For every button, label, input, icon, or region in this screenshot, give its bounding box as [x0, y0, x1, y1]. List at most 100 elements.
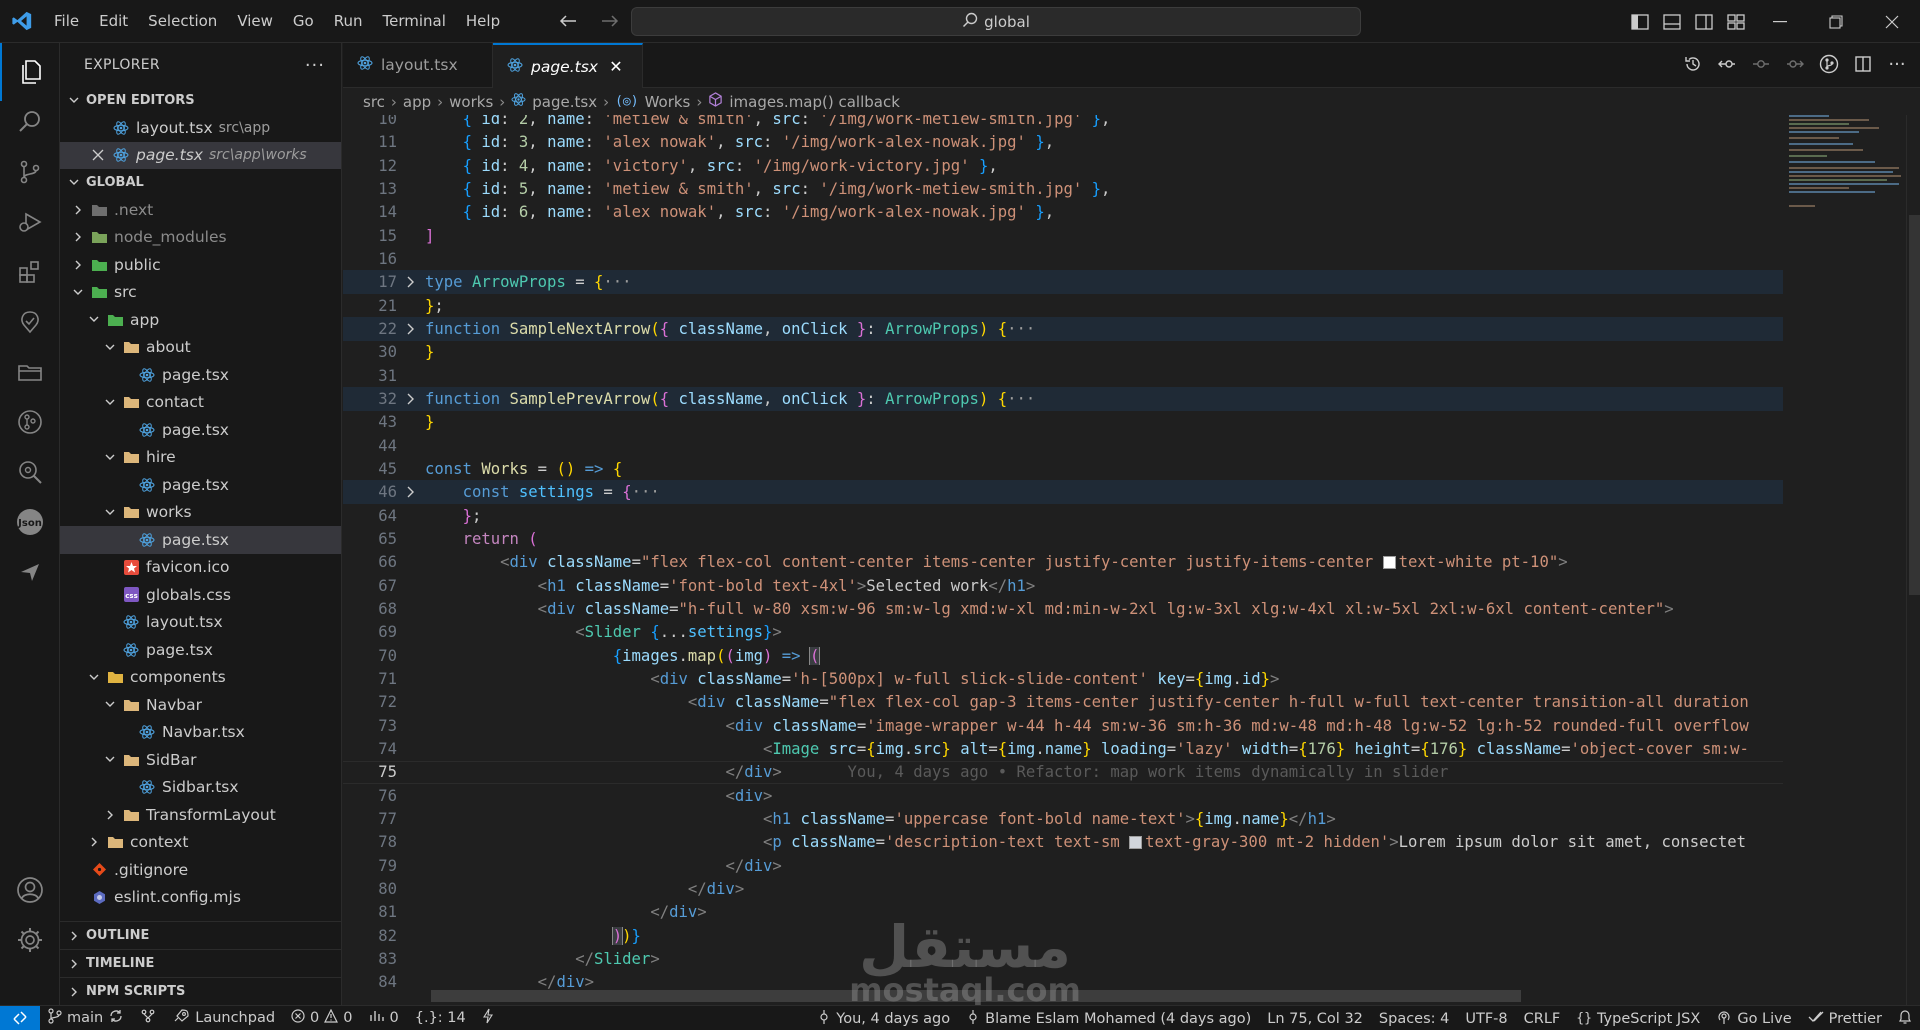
fold-chevron-icon[interactable] — [397, 323, 425, 335]
code-line[interactable]: 12 { id: 4, name: 'victory', src: '/img/… — [343, 154, 1783, 178]
code-line[interactable]: 81 </div> — [343, 901, 1783, 925]
remote-indicator[interactable] — [0, 1005, 40, 1030]
code-line[interactable]: 32 function SamplePrevArrow({ className, … — [343, 387, 1783, 411]
vertical-scrollbar-thumb[interactable] — [1909, 215, 1920, 595]
tree-folder[interactable]: context — [60, 829, 341, 857]
sync-icon[interactable] — [108, 1008, 124, 1028]
code-line[interactable]: 69 <Slider {...settings}> — [343, 620, 1783, 644]
npm-scripts-header[interactable]: NPM SCRIPTS — [60, 977, 342, 1005]
close-icon[interactable] — [88, 149, 108, 161]
code-line[interactable]: 65 return ( — [343, 527, 1783, 551]
back-arrow-icon[interactable] — [556, 10, 580, 32]
history-icon[interactable] — [1682, 53, 1704, 75]
code-line[interactable]: 43} — [343, 410, 1783, 434]
code-line[interactable]: 22 function SampleNextArrow({ className, … — [343, 317, 1783, 341]
breadcrumb-item[interactable]: src — [363, 93, 385, 111]
code-line[interactable]: 64 }; — [343, 504, 1783, 528]
breadcrumb-item[interactable]: page.tsx — [532, 93, 597, 111]
close-window-icon[interactable] — [1864, 0, 1920, 43]
tree-folder[interactable]: node_modules — [60, 224, 341, 252]
more-actions-icon[interactable]: ··· — [1886, 53, 1908, 75]
code-line[interactable]: 74 <Image src={img.src} alt={img.name} l… — [343, 737, 1783, 761]
code-line[interactable]: 10 { id: 2, name: 'metiew & smith', src:… — [343, 115, 1783, 131]
tree-folder[interactable]: hire — [60, 444, 341, 472]
code-line[interactable]: 44 — [343, 434, 1783, 458]
tree-folder[interactable]: works — [60, 499, 341, 527]
menu-selection[interactable]: Selection — [138, 6, 227, 36]
tree-file[interactable]: page.tsx — [60, 471, 341, 499]
code-line[interactable]: 46 const settings = {··· — [343, 480, 1783, 505]
tab-page[interactable]: page.tsx ✕ — [493, 43, 643, 88]
tree-file[interactable]: Navbar.tsx — [60, 719, 341, 747]
code-line[interactable]: 75 </div> You, 4 days ago • Refactor: ma… — [343, 760, 1783, 785]
tree-folder[interactable]: .next — [60, 196, 341, 224]
breadcrumb-item[interactable]: works — [449, 93, 493, 111]
fold-ellipsis[interactable]: ··· — [603, 273, 631, 291]
toggle-primary-sidebar-icon[interactable] — [1624, 0, 1656, 43]
tree-folder[interactable]: src — [60, 279, 341, 307]
blame-short-status[interactable]: You, 4 days ago — [809, 1006, 958, 1030]
tree-folder[interactable]: about — [60, 334, 341, 362]
tree-file[interactable]: favicon.ico — [60, 554, 341, 582]
compare-next-icon[interactable] — [1784, 53, 1806, 75]
indentation-status[interactable]: Spaces: 4 — [1371, 1006, 1457, 1030]
tree-folder[interactable]: contact — [60, 389, 341, 417]
encoding-status[interactable]: UTF-8 — [1457, 1006, 1515, 1030]
tree-file[interactable]: Sidbar.tsx — [60, 774, 341, 802]
command-center-search[interactable]: global — [631, 7, 1361, 36]
code-line[interactable]: 11 { id: 3, name: 'alex nowak', src: '/i… — [343, 130, 1783, 154]
code-line[interactable]: 13 { id: 5, name: 'metiew & smith', src:… — [343, 177, 1783, 201]
toggle-panel-icon[interactable] — [1656, 0, 1688, 43]
launchpad-status[interactable]: Launchpad — [164, 1006, 283, 1030]
gitlens-graph-icon[interactable] — [1818, 53, 1840, 75]
code-line[interactable]: 16 — [343, 247, 1783, 271]
horizontal-scrollbar[interactable] — [431, 990, 1521, 1002]
eol-status[interactable]: CRLF — [1516, 1006, 1569, 1030]
code-line[interactable]: 82 ))} — [343, 924, 1783, 948]
code-line[interactable]: 72 <div className="flex flex-col gap-3 i… — [343, 691, 1783, 715]
problems-status[interactable]: 0 0 — [283, 1006, 360, 1030]
more-actions-icon[interactable]: ··· — [305, 55, 325, 76]
fold-ellipsis[interactable]: ··· — [632, 483, 660, 501]
toggle-secondary-sidebar-icon[interactable] — [1688, 0, 1720, 43]
menu-terminal[interactable]: Terminal — [373, 6, 456, 36]
tree-file[interactable]: .gitignore — [60, 856, 341, 884]
code-line[interactable]: 76 <div> — [343, 784, 1783, 808]
tree-file[interactable]: css globals.css — [60, 581, 341, 609]
code-line[interactable]: 79 </div> — [343, 854, 1783, 878]
fold-ellipsis[interactable]: ··· — [1007, 390, 1035, 408]
breadcrumb-item[interactable]: app — [403, 93, 431, 111]
menu-run[interactable]: Run — [324, 6, 373, 36]
notifications-status[interactable] — [1890, 1006, 1920, 1030]
tree-folder[interactable]: app — [60, 306, 341, 334]
open-editors-header[interactable]: OPEN EDITORS — [60, 87, 341, 114]
golive-status[interactable]: Go Live — [1708, 1006, 1799, 1030]
send-icon[interactable] — [0, 543, 60, 601]
prettier-status[interactable]: Prettier — [1800, 1006, 1890, 1030]
code-line[interactable]: 78 <p className='description-text text-s… — [343, 831, 1783, 855]
code-editor[interactable]: 10 { id: 2, name: 'metiew & smith', src:… — [343, 115, 1920, 1005]
close-tab-icon[interactable]: ✕ — [606, 57, 626, 76]
branch-status[interactable]: main — [40, 1006, 132, 1030]
code-line[interactable]: 30} — [343, 340, 1783, 364]
restore-icon[interactable] — [1808, 0, 1864, 43]
open-editor-layout[interactable]: layout.tsx src\app — [60, 114, 341, 142]
minimap[interactable] — [1783, 115, 1903, 1005]
code-line[interactable]: 67 <h1 className='font-bold text-4xl'>Se… — [343, 574, 1783, 598]
code-line[interactable]: 68 <div className="h-full w-80 xsm:w-96 … — [343, 597, 1783, 621]
split-editor-icon[interactable] — [1852, 53, 1874, 75]
tree-folder[interactable]: TransformLayout — [60, 801, 341, 829]
lightning-status[interactable] — [474, 1006, 502, 1030]
breadcrumb-item[interactable]: images.map() callback — [729, 93, 900, 111]
ports-status[interactable]: 0 — [361, 1006, 407, 1030]
tree-file[interactable]: eslint.config.mjs — [60, 884, 341, 912]
code-line[interactable]: 80 </div> — [343, 877, 1783, 901]
menu-edit[interactable]: Edit — [89, 6, 138, 36]
tree-file[interactable]: layout.tsx — [60, 609, 341, 637]
tree-file[interactable]: page.tsx — [60, 361, 341, 389]
workspace-header[interactable]: GLOBAL — [60, 169, 341, 196]
code-line[interactable]: 31 — [343, 364, 1783, 388]
code-line[interactable]: 77 <h1 className='uppercase font-bold na… — [343, 807, 1783, 831]
fold-chevron-icon[interactable] — [397, 486, 425, 498]
tree-file[interactable]: page.tsx — [60, 526, 341, 554]
